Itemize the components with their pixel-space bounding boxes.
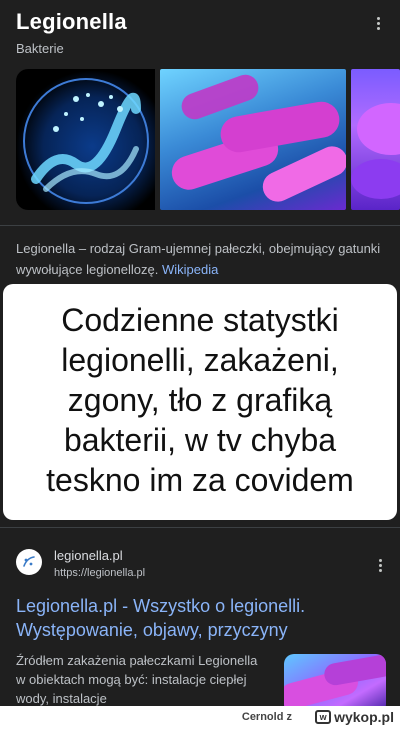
wykop-brand: wykop.pl xyxy=(334,709,394,725)
result-options-icon[interactable] xyxy=(370,555,390,575)
watermark-bar: Cernold z w wykop.pl xyxy=(0,706,400,729)
wikipedia-link[interactable]: Wikipedia xyxy=(162,262,218,277)
meme-caption-box: Codzienne statystki legionelli, zakażeni… xyxy=(3,284,397,520)
entity-description: Legionella – rodzaj Gram-ujemnej pałeczk… xyxy=(16,238,386,280)
entity-subtitle: Bakterie xyxy=(16,41,64,56)
divider xyxy=(0,225,400,226)
watermark-user: Cernold z xyxy=(242,711,292,723)
wykop-logo-icon: w xyxy=(315,710,332,724)
search-result: legionella.pl https://legionella.pl Legi… xyxy=(0,527,400,727)
site-url[interactable]: https://legionella.pl xyxy=(54,567,145,579)
result-snippet: Źródłem zakażenia pałeczkami Legionella … xyxy=(16,653,258,706)
result-title-link[interactable]: Legionella.pl - Wszystko o legionelli. W… xyxy=(16,594,386,642)
watermark-username: Cernold xyxy=(241,711,284,723)
more-options-icon[interactable] xyxy=(368,13,388,33)
site-favicon-icon xyxy=(16,549,42,575)
wykop-logo: w wykop.pl xyxy=(315,709,394,725)
entity-title: Legionella xyxy=(16,9,127,34)
watermark-separator: z xyxy=(286,711,293,723)
bacteria-3d-image[interactable] xyxy=(160,69,346,210)
meme-caption: Codzienne statystki legionelli, zakażeni… xyxy=(46,302,354,498)
knowledge-panel: Legionella Bakterie xyxy=(0,0,400,225)
site-name[interactable]: legionella.pl xyxy=(54,548,123,563)
petri-dish-image[interactable] xyxy=(16,69,155,210)
result-thumbnail-image[interactable] xyxy=(284,654,386,714)
bacteria-closeup-image[interactable] xyxy=(351,69,400,210)
